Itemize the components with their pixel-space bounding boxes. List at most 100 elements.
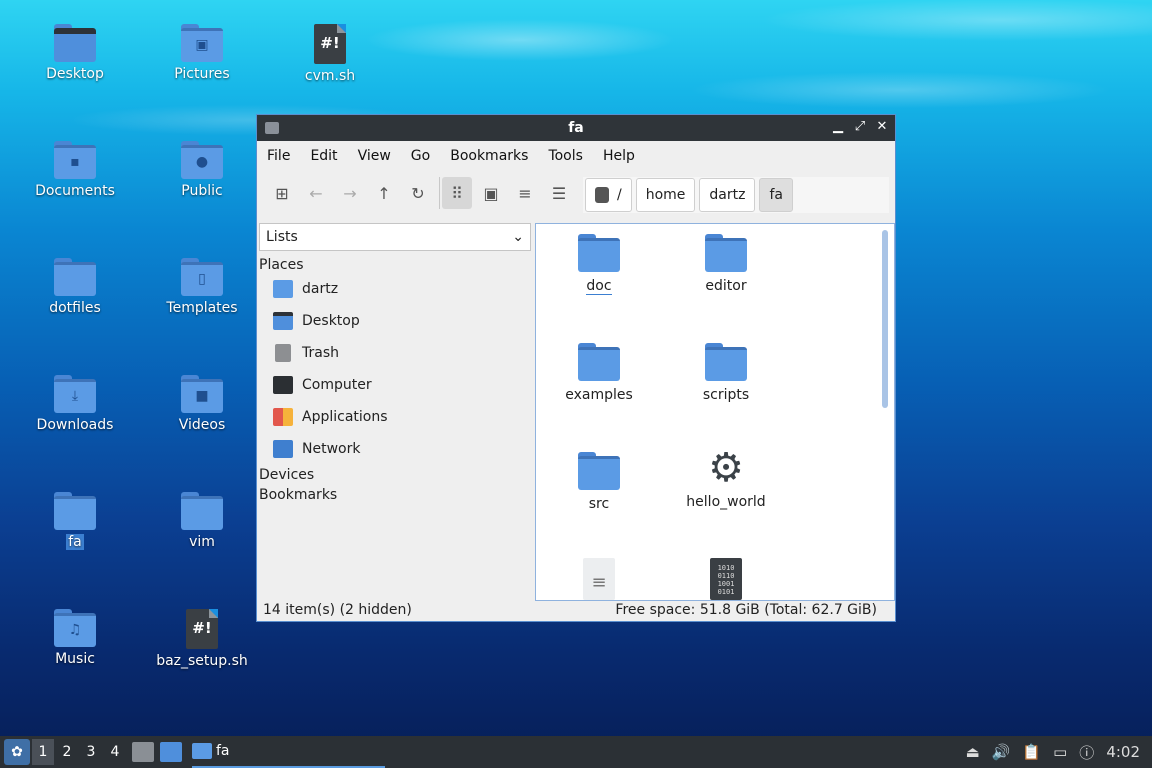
menu-help[interactable]: Help (603, 148, 635, 164)
menu-edit[interactable]: Edit (310, 148, 337, 164)
desktop-icon-templates[interactable]: ▯ Templates (147, 258, 257, 316)
clipboard-icon[interactable]: 📋 (1022, 743, 1041, 761)
desktop-icon-music[interactable]: ♫ Music (20, 609, 130, 667)
file-name: examples (565, 387, 633, 403)
workspace-4[interactable]: 4 (104, 739, 126, 765)
menu-tools[interactable]: Tools (548, 148, 583, 164)
sidebar-item-applications[interactable]: Applications (257, 401, 531, 433)
bookmarks-header[interactable]: Bookmarks (257, 487, 531, 503)
notification-icon[interactable]: ⓘ (1079, 742, 1094, 763)
desktop-icon-baz-setup-sh[interactable]: #! baz_setup.sh (147, 609, 257, 669)
start-menu-icon[interactable]: ✿ (4, 739, 30, 765)
file-view: doc editor examples scripts src ⚙ hello_… (535, 223, 895, 601)
thumbnail-view-icon[interactable]: ▣ (476, 177, 506, 209)
sidebar-item-trash[interactable]: Trash (257, 337, 531, 369)
executable-gear-icon: ⚙ (708, 445, 744, 491)
sidebar-mode-select[interactable]: Lists ⌄ (259, 223, 531, 251)
file-item-text[interactable] (544, 558, 654, 600)
file-item-scripts[interactable]: scripts (671, 343, 781, 403)
desktop-icon-desktop[interactable]: Desktop (20, 24, 130, 82)
show-desktop-icon[interactable] (160, 742, 182, 762)
pictures-folder-icon: ▣ (181, 24, 223, 62)
breadcrumb-dartz[interactable]: dartz (699, 178, 756, 212)
desktop-icon-label: baz_setup.sh (156, 653, 248, 669)
desktop-icon-label: Music (55, 651, 95, 667)
task-fa[interactable]: fa (192, 736, 385, 768)
status-bar: 14 item(s) (2 hidden) Free space: 51.8 G… (257, 599, 895, 621)
desktop-icon-downloads[interactable]: ⤓ Downloads (20, 375, 130, 433)
network-icon[interactable]: ▭ (1053, 743, 1067, 761)
maximize-icon[interactable]: ⤢ (853, 119, 867, 135)
desktop-icon-cvm-sh[interactable]: #! cvm.sh (275, 24, 385, 84)
volume-icon[interactable]: 🔊 (992, 743, 1011, 761)
desktop-icon-public[interactable]: ● Public (147, 141, 257, 199)
desktop-icon-label: fa (66, 534, 84, 550)
network-folder-icon (273, 440, 293, 458)
file-name: scripts (702, 387, 750, 403)
desktop-icon-label: Desktop (46, 66, 104, 82)
file-name: src (588, 496, 610, 512)
desktop-icon-documents[interactable]: ▪ Documents (20, 141, 130, 199)
desktop-icon-vim[interactable]: vim (147, 492, 257, 550)
workspace-1[interactable]: 1 (32, 739, 54, 765)
menu-bar: File Edit View Go Bookmarks Tools Help (257, 141, 895, 171)
forward-arrow-icon[interactable]: → (335, 177, 365, 209)
desktop-icon-label: vim (189, 534, 215, 550)
file-item-doc[interactable]: doc (544, 234, 654, 295)
menu-go[interactable]: Go (411, 148, 430, 164)
close-icon[interactable]: ✕ (875, 119, 889, 135)
workspace-3[interactable]: 3 (80, 739, 102, 765)
sidebar-item-dartz[interactable]: dartz (257, 273, 531, 305)
devices-header[interactable]: Devices (257, 467, 531, 483)
folder-icon (54, 258, 96, 296)
menu-file[interactable]: File (267, 148, 290, 164)
clock[interactable]: 4:02 (1106, 743, 1140, 761)
desktop-icon-dotfiles[interactable]: dotfiles (20, 258, 130, 316)
desktop-icon-label: Downloads (36, 417, 114, 433)
file-item-binary[interactable]: 1010 0110 1001 0101 (671, 558, 781, 600)
window-title: fa (568, 120, 584, 136)
folder-icon (54, 492, 96, 530)
title-bar[interactable]: fa ▁ ⤢ ✕ (257, 115, 895, 141)
reload-icon[interactable]: ↻ (403, 177, 433, 209)
breadcrumb-root[interactable]: / (585, 178, 632, 212)
scrollbar[interactable] (882, 230, 888, 408)
sidebar-item-desktop[interactable]: Desktop (257, 305, 531, 337)
shell-script-icon: #! (314, 24, 346, 64)
breadcrumb-home[interactable]: home (635, 178, 696, 212)
music-folder-icon: ♫ (54, 609, 96, 647)
up-arrow-icon[interactable]: ↑ (369, 177, 399, 209)
minimize-icon[interactable]: ▁ (831, 119, 845, 135)
desktop-folder-icon (273, 312, 293, 330)
file-name: hello_world (686, 494, 766, 510)
compact-view-icon[interactable]: ≡ (510, 177, 540, 209)
sidebar-item-computer[interactable]: Computer (257, 369, 531, 401)
desktop-icon-fa[interactable]: fa (20, 492, 130, 550)
eject-icon[interactable]: ⏏ (966, 743, 980, 761)
file-name: editor (705, 278, 747, 294)
file-item-examples[interactable]: examples (544, 343, 654, 403)
downloads-folder-icon: ⤓ (54, 375, 96, 413)
file-manager-launcher-icon[interactable] (132, 742, 154, 762)
breadcrumb-fa[interactable]: fa (759, 178, 793, 212)
menu-view[interactable]: View (358, 148, 391, 164)
back-arrow-icon[interactable]: ← (301, 177, 331, 209)
videos-folder-icon: ■ (181, 375, 223, 413)
shell-script-icon: #! (186, 609, 218, 649)
desktop-icon-videos[interactable]: ■ Videos (147, 375, 257, 433)
sidebar-item-network[interactable]: Network (257, 433, 531, 465)
desktop-icon-label: cvm.sh (304, 68, 356, 84)
detailed-list-view-icon[interactable]: ☰ (544, 177, 574, 209)
icon-view-icon[interactable]: ⠿ (442, 177, 472, 209)
public-folder-icon: ● (181, 141, 223, 179)
workspace-2[interactable]: 2 (56, 739, 78, 765)
file-item-hello-world[interactable]: ⚙ hello_world (671, 448, 781, 510)
desktop-icon-label: Videos (178, 417, 226, 433)
file-item-editor[interactable]: editor (671, 234, 781, 294)
file-name: doc (586, 278, 612, 295)
menu-bookmarks[interactable]: Bookmarks (450, 148, 528, 164)
file-item-src[interactable]: src (544, 452, 654, 512)
system-tray: ⏏ 🔊 📋 ▭ ⓘ 4:02 (966, 736, 1152, 768)
new-tab-icon[interactable]: ⊞ (267, 177, 297, 209)
desktop-icon-pictures[interactable]: ▣ Pictures (147, 24, 257, 82)
